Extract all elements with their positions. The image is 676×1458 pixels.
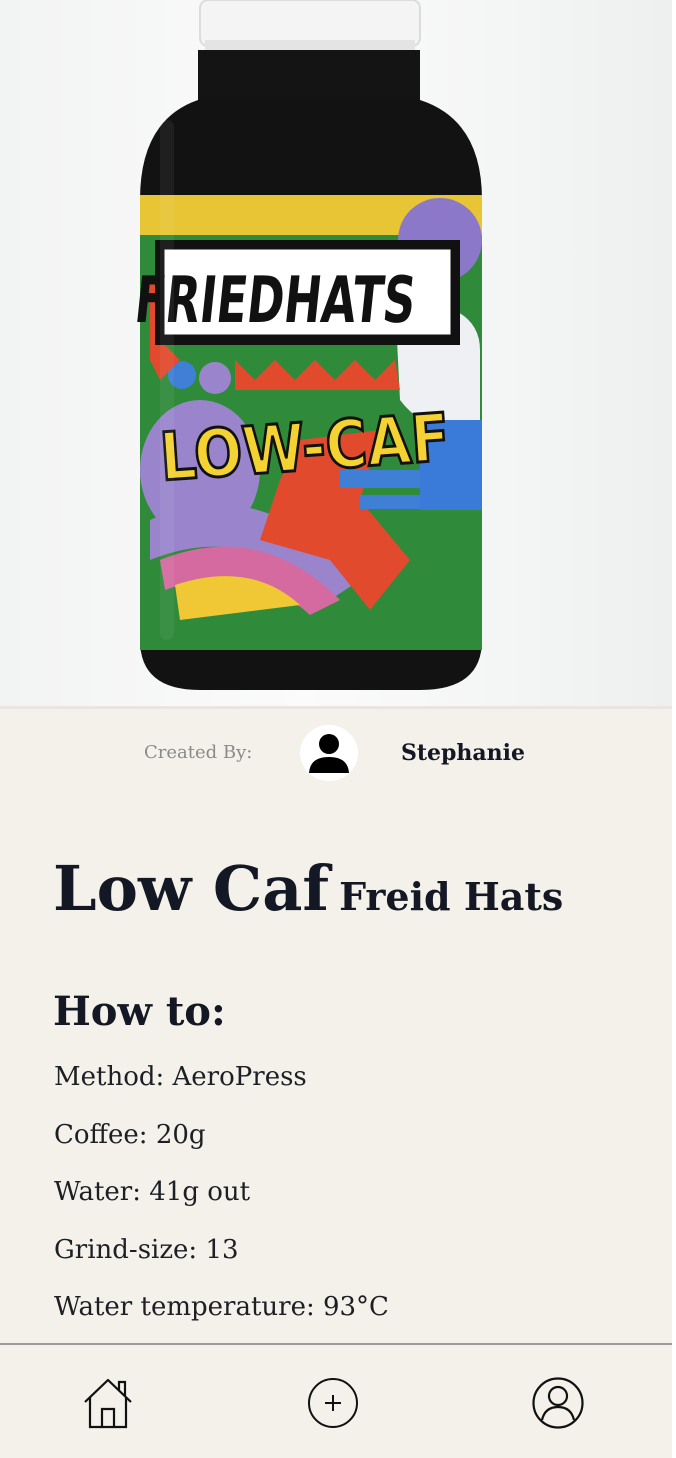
nav-home-button[interactable] [80,1373,136,1433]
nav-profile-button[interactable] [530,1373,586,1433]
profile-icon [532,1377,584,1429]
detail-water: Water: 41g out [54,1177,251,1207]
window-edge [672,0,676,1458]
roaster-name: Freid Hats [339,874,564,919]
avatar[interactable] [300,725,358,781]
detail-water-temperature: Water temperature: 93°C [54,1292,389,1322]
plus-circle-icon [308,1378,358,1428]
coffee-jar-illustration: FRIEDHATS LOW-CAF [131,0,482,690]
coffee-name: Low Caf [53,852,330,925]
detail-coffee: Coffee: 20g [54,1120,206,1150]
home-icon [84,1378,132,1429]
detail-grind-size: Grind-size: 13 [54,1235,239,1265]
recipe-title: Low Caf Freid Hats [53,852,563,925]
user-silhouette-icon [309,734,349,773]
bottom-nav [0,1343,672,1458]
nav-add-button[interactable] [305,1373,361,1433]
product-photo: FRIEDHATS LOW-CAF [0,0,672,708]
recipe-detail-screen: FRIEDHATS LOW-CAF Created By: Stephanie … [0,0,672,1458]
created-by-label: Created By: [144,742,253,763]
detail-method: Method: AeroPress [54,1062,307,1092]
how-to-heading: How to: [53,988,226,1035]
jar-brand-text: FRIEDHATS [131,263,419,338]
photo-divider [0,706,672,709]
creator-name[interactable]: Stephanie [401,740,525,766]
